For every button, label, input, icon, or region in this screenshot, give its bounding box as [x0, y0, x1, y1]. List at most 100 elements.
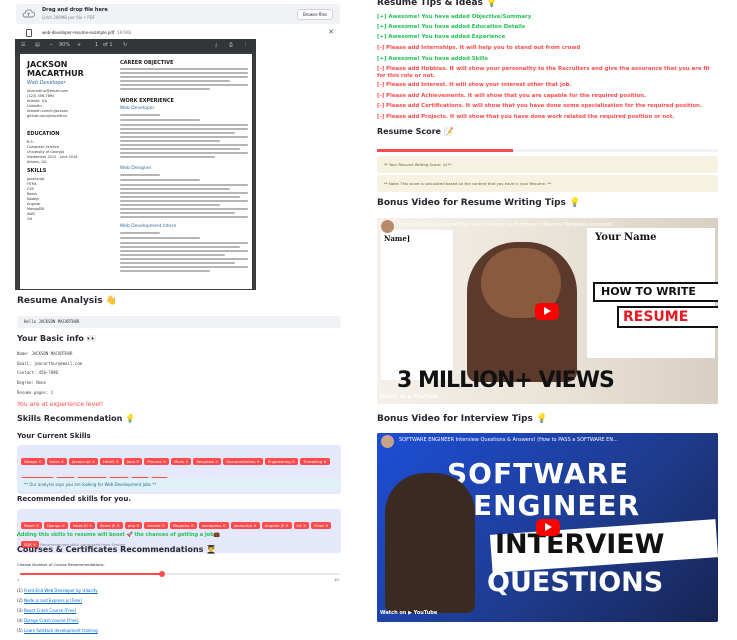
education-line: Athens, GA — [27, 160, 47, 164]
skill-tag[interactable]: Threading ✕ — [300, 458, 330, 465]
skill-tag[interactable]: Design ✕ — [21, 458, 45, 465]
menu-icon[interactable]: ☰ — [21, 42, 25, 48]
course-item: (4) Django Crash course [Free] — [17, 618, 79, 623]
skill-tag[interactable]: Engineering ✕ — [264, 458, 299, 465]
tip-item: [+] Awesome! You have added Education De… — [377, 24, 526, 30]
recommended-skill-tag[interactable]: c# ✕ — [293, 522, 310, 529]
recommended-skill-tag[interactable]: wordpress ✕ — [198, 522, 229, 529]
recommended-skill-tag[interactable]: Node JS ✕ — [69, 522, 95, 529]
play-button-icon[interactable] — [536, 519, 560, 536]
education-line: B.S. — [27, 140, 34, 144]
recommended-skill-tag[interactable]: Angular JS ✕ — [261, 522, 292, 529]
course-link[interactable]: Node.js and Express.js [Free] — [24, 598, 82, 603]
watch-on-youtube[interactable]: Watch on ▶ YouTube — [380, 610, 437, 616]
resume-video-title: How to Write a Resume That Gets Noticed … — [399, 222, 613, 228]
basic-info-degree: Degree: None — [17, 380, 46, 385]
cloud-upload-icon — [22, 9, 35, 18]
pdf-viewer[interactable]: ☰ ▤ − 90% + 1 of 1 ↻ ⤓ ⎙ ⋮ JACKSON MACART… — [15, 39, 256, 290]
resume-contact: github.com/jmacarthur — [27, 114, 68, 118]
pages-icon[interactable]: ▤ — [35, 42, 40, 48]
tip-item: [-] Please add Internships. It will help… — [377, 45, 581, 51]
upload-limit-label: Limit 200MB per file • PDF — [42, 15, 95, 20]
resume-analysis-heading: Resume Analysis 👋 — [17, 296, 117, 306]
tip-item: [+] Awesome! You have added Skills — [377, 56, 488, 62]
recommended-skills-heading: Recommended skills for you. — [17, 495, 132, 503]
recommended-skill-tag[interactable]: Magento ✕ — [169, 522, 197, 529]
course-link[interactable]: Learn fullstack development training — [24, 628, 98, 633]
interview-video-embed[interactable]: SOFTWARE ENGINEER INTERVIEW QUESTIONS SO… — [377, 433, 718, 622]
score-progress-fill — [377, 149, 514, 152]
recommended-skill-tag[interactable]: React ✕ — [21, 522, 43, 529]
resume-doc-side: Name] — [384, 234, 411, 243]
resume-sidebar: JACKSON MACARTHUR Web Developer jmacarthu… — [20, 54, 90, 289]
browse-files-button[interactable]: Browse files — [296, 9, 333, 20]
download-icon[interactable]: ⤓ — [215, 42, 217, 48]
play-button-icon[interactable] — [535, 303, 559, 320]
resume-overlay-1: HOW TO WRITE — [593, 282, 718, 302]
course-link[interactable]: React Crash Course [Free] — [24, 608, 76, 613]
job-analysis-note: ** Our analysis says you are looking for… — [17, 478, 341, 491]
interview-line-1: SOFTWARE — [447, 457, 630, 490]
skill-tag[interactable]: Html5 ✕ — [100, 458, 122, 465]
recommended-skill-tag[interactable]: php ✕ — [124, 522, 143, 529]
education-line: Computer Science — [27, 145, 60, 149]
skill-tag[interactable]: Documentation ✕ — [223, 458, 263, 465]
education-line: September 2012 - June 2016 — [27, 155, 78, 159]
interview-video-title: SOFTWARE ENGINEER Interview Questions & … — [399, 437, 618, 443]
recommended-skill-tag[interactable]: React JS ✕ — [97, 522, 123, 529]
skill-tag[interactable]: Mock ✕ — [171, 458, 192, 465]
job-role: Web Designer — [120, 166, 152, 171]
basic-info-name: Name: JACKSON MACARTHUR — [17, 351, 73, 356]
objective-heading: CAREER OBJECTIVE — [120, 60, 174, 66]
skill-line: React — [27, 192, 37, 196]
resume-score-heading: Resume Score 📝 — [377, 127, 454, 136]
skills-recommendation-heading: Skills Recommendation 💡 — [17, 414, 136, 423]
drag-drop-label: Drag and drop file here — [42, 7, 108, 13]
interview-line-2: ENGINEER — [473, 489, 641, 522]
presenter — [385, 473, 475, 613]
uploaded-file: web-developer-resume-example.pdf 58.6KB … — [16, 27, 340, 39]
more-icon[interactable]: ⋮ — [243, 42, 248, 48]
recommended-skill-tag[interactable]: Flask ✕ — [311, 522, 332, 529]
skill-tag[interactable]: Java ✕ — [123, 458, 143, 465]
zoom-out-icon[interactable]: − — [49, 42, 53, 48]
recommended-skill-tag[interactable]: Javascript ✕ — [230, 522, 260, 529]
zoom-in-icon[interactable]: + — [77, 42, 81, 48]
tip-item: [-] Please add Certifications. It will s… — [377, 103, 702, 109]
watch-on-youtube[interactable]: Watch on ▶ YouTube — [380, 394, 437, 400]
tip-item: [+] Awesome! You have added Objective/Su… — [377, 14, 532, 20]
basic-info-heading: Your Basic info 👀 — [17, 334, 97, 343]
recommended-skill-tag[interactable]: laravel ✕ — [144, 522, 168, 529]
slider-min: 1 — [17, 577, 20, 582]
resume-contact: Atlanta, GA — [27, 99, 47, 103]
resume-video-embed[interactable]: Name] Your Name HOW TO WRITE RESUME 3 MI… — [377, 218, 718, 404]
skill-tag[interactable]: Requests ✕ — [193, 458, 222, 465]
skills-heading: SKILLS — [27, 168, 47, 174]
slider-thumb[interactable] — [159, 571, 166, 577]
basic-info-pages: Resume pages: 1 — [17, 390, 54, 395]
course-item: (5) Learn fullstack development training — [17, 628, 98, 633]
file-uploader[interactable]: Drag and drop file here Limit 200MB per … — [16, 4, 340, 24]
recommended-skill-tag[interactable]: Django ✕ — [44, 522, 68, 529]
course-link[interactable]: Front-End Web Developer by Udacity — [24, 588, 98, 593]
skill-line: Angular — [27, 202, 41, 206]
courses-slider[interactable] — [20, 571, 340, 577]
tip-item: [-] Please add Achievements. It will sho… — [377, 93, 647, 99]
skill-tag[interactable]: Process ✕ — [144, 458, 170, 465]
rotate-icon[interactable]: ↻ — [123, 42, 127, 48]
pdf-page: JACKSON MACARTHUR Web Developer jmacarthu… — [20, 54, 252, 289]
print-icon[interactable]: ⎙ — [229, 42, 233, 48]
remove-file-icon[interactable]: ✕ — [328, 28, 334, 36]
resume-last-name: MACARTHUR — [27, 69, 84, 78]
skill-tag[interactable]: Sales ✕ — [46, 458, 67, 465]
resume-video-heading: Bonus Video for Resume Writing Tips 💡 — [377, 198, 581, 208]
page-number[interactable]: 1 — [95, 42, 98, 48]
channel-avatar — [381, 220, 394, 233]
hello-box: Hello JACKSON MACARTHUR — [17, 316, 341, 328]
basic-info-email: Email: jmacarthur@email.com — [17, 361, 83, 366]
skill-line: AWS — [27, 212, 35, 216]
channel-avatar — [381, 435, 394, 448]
course-link[interactable]: Django Crash course [Free] — [24, 618, 78, 623]
skill-tag[interactable]: Javascript ✕ — [69, 458, 98, 465]
zoom-level[interactable]: 90% — [59, 42, 70, 48]
